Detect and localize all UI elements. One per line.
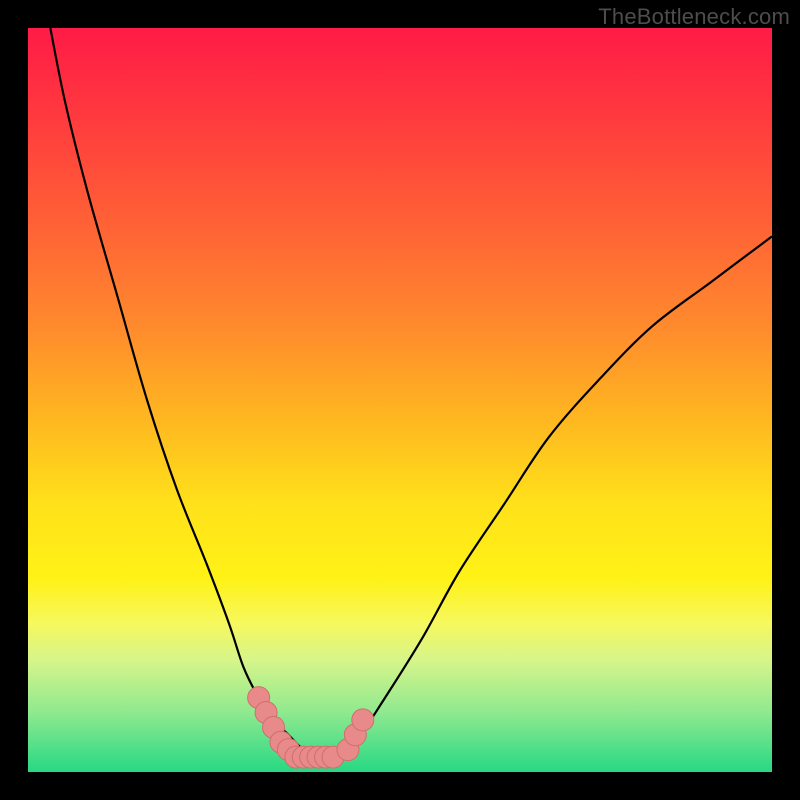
marker-dot xyxy=(352,709,374,731)
right-curve xyxy=(333,236,772,764)
plot-area xyxy=(28,28,772,772)
markers xyxy=(248,687,374,769)
watermark-text: TheBottleneck.com xyxy=(598,4,790,30)
chart-frame: TheBottleneck.com xyxy=(0,0,800,800)
left-curve xyxy=(50,28,333,765)
chart-svg xyxy=(28,28,772,772)
